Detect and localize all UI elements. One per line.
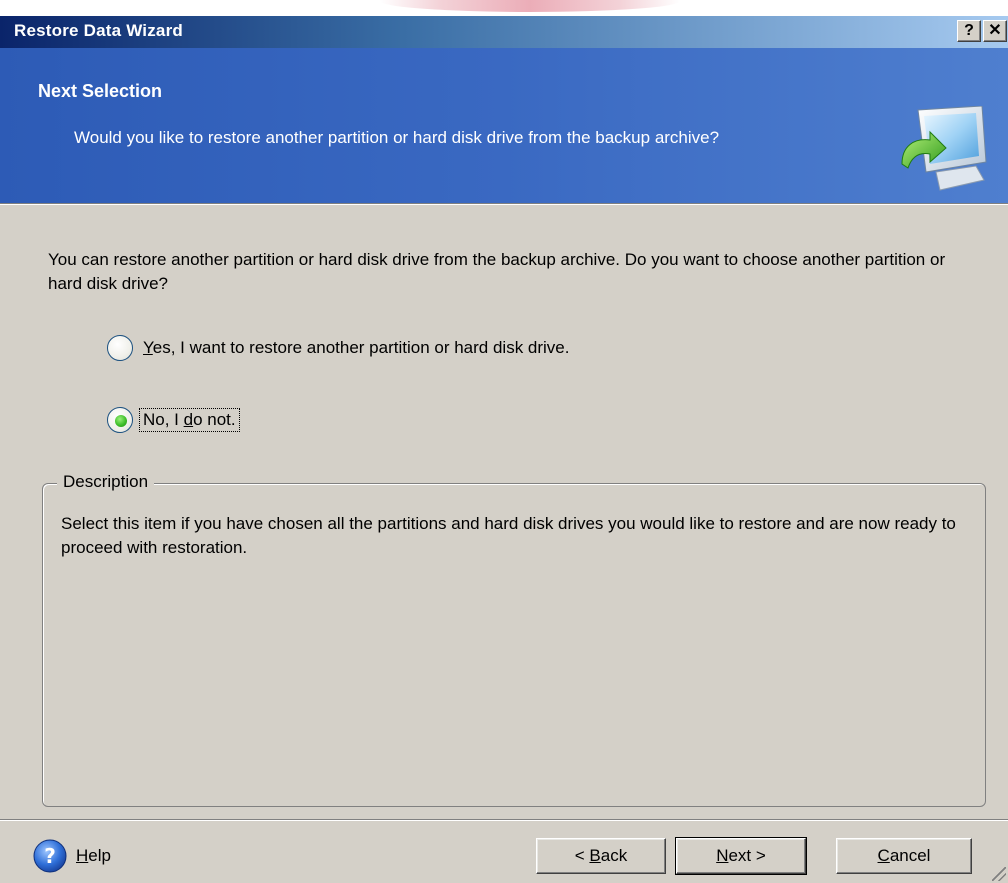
help-label[interactable]: Help — [76, 846, 111, 866]
prompt-text: You can restore another partition or har… — [48, 250, 946, 293]
option-restore-another[interactable]: Yes, I want to restore another partition… — [107, 334, 570, 362]
label-text: ancel — [889, 846, 931, 865]
back-button[interactable]: < Back — [536, 838, 666, 874]
mnemonic: d — [183, 410, 194, 429]
help-link[interactable]: ? Help — [32, 838, 111, 874]
description-legend: Description — [57, 472, 155, 492]
window-title: Restore Data Wizard — [14, 21, 183, 40]
svg-text:?: ? — [44, 844, 56, 868]
title-help-button[interactable]: ? — [957, 20, 981, 42]
help-icon: ? — [33, 839, 67, 873]
computer-restore-icon — [901, 106, 987, 191]
label-text: No, I — [143, 410, 184, 429]
label-text: ext > — [728, 846, 766, 865]
label-text: elp — [88, 846, 111, 865]
radio-button-selected[interactable] — [107, 407, 133, 433]
label-text: o not. — [193, 410, 236, 429]
resize-grip[interactable] — [992, 867, 1006, 881]
label-text: ack — [600, 846, 628, 865]
label-text: es, I want to restore another partition … — [152, 338, 570, 357]
mnemonic: C — [877, 846, 890, 865]
cancel-button[interactable]: Cancel — [836, 838, 972, 874]
footer-divider — [0, 819, 1008, 821]
mnemonic: N — [716, 846, 729, 865]
radio-button[interactable] — [107, 335, 133, 361]
title-close-button[interactable]: ✕ — [983, 20, 1007, 42]
next-button[interactable]: Next > — [675, 837, 807, 875]
option-do-not-restore-label[interactable]: No, I do not. — [139, 408, 240, 432]
header-subtitle: Would you like to restore another partit… — [74, 128, 720, 147]
background-strip — [0, 0, 1008, 16]
header-title: Next Selection — [38, 81, 163, 101]
title-bar: Restore Data Wizard ? ✕ — [0, 16, 1008, 48]
mnemonic: Y — [143, 338, 153, 357]
header-divider — [0, 203, 1008, 205]
option-restore-another-label[interactable]: Yes, I want to restore another partition… — [143, 338, 570, 358]
mnemonic: H — [76, 846, 89, 865]
wizard-header: Next Selection Would you like to restore… — [0, 48, 1008, 203]
label-text: < — [574, 846, 590, 865]
description-text: Select this item if you have chosen all … — [61, 514, 956, 557]
option-do-not-restore[interactable]: No, I do not. — [107, 406, 240, 434]
mnemonic: B — [589, 846, 601, 865]
description-groupbox: Description Select this item if you have… — [42, 472, 986, 807]
background-decoration — [380, 0, 680, 12]
wizard-window: Restore Data Wizard ? ✕ Next Selection W… — [0, 16, 1008, 883]
